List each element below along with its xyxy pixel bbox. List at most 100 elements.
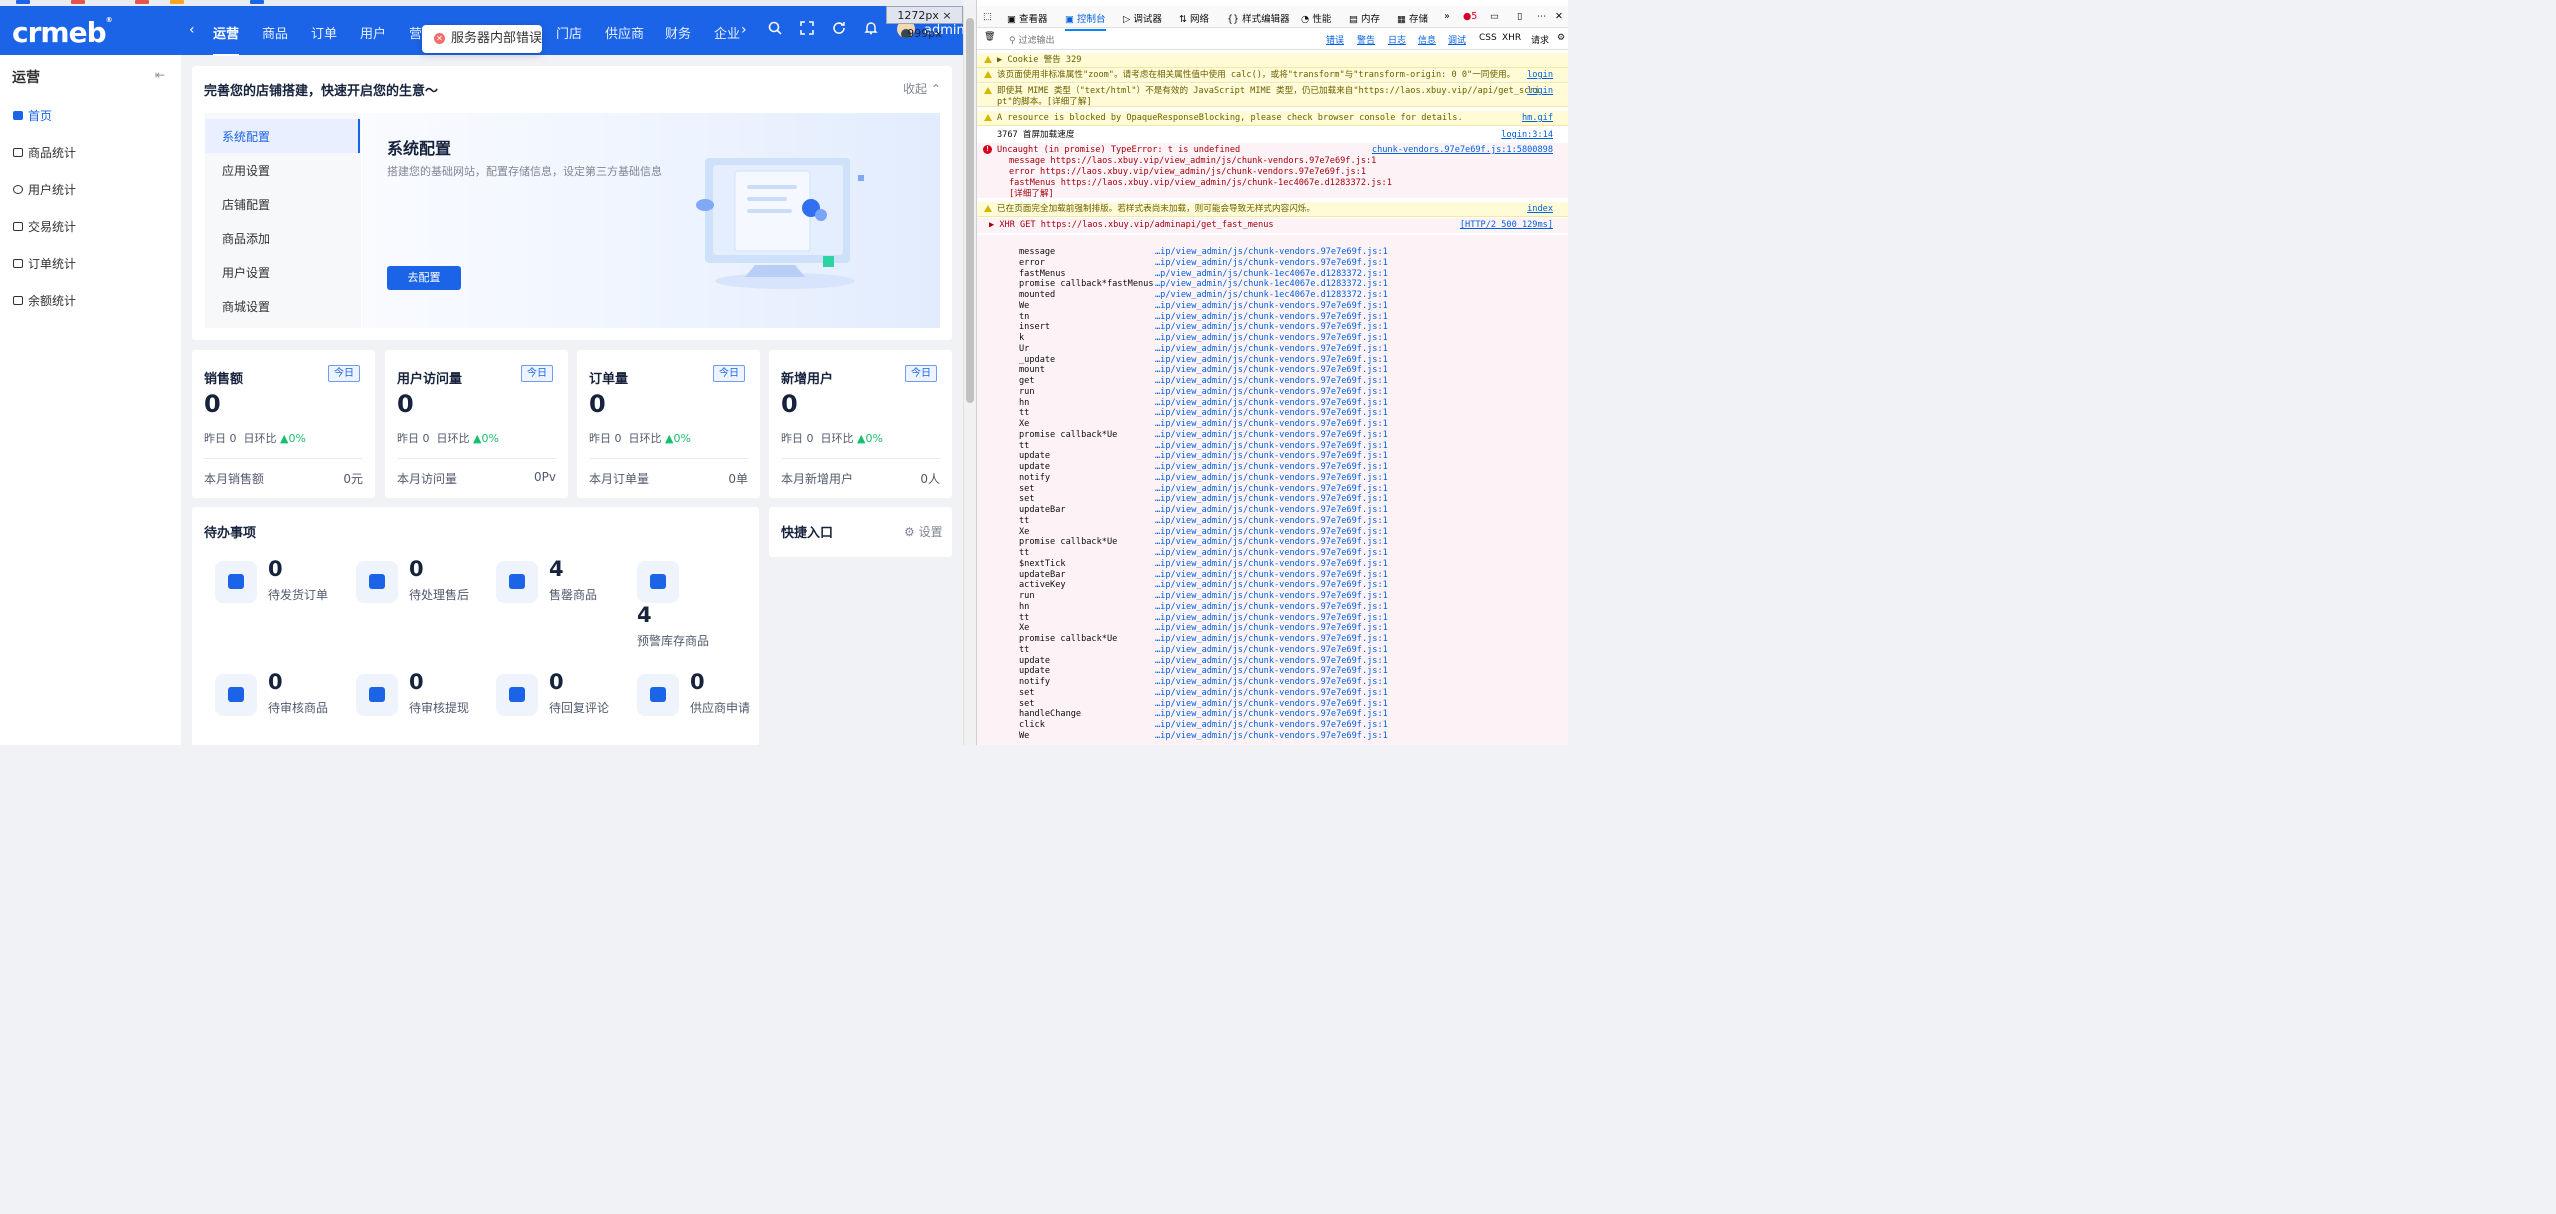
filter-xhr[interactable]: XHR: [1502, 33, 1521, 43]
stack-frame-source[interactable]: …ip/view_admin/js/chunk-vendors.97e7e69f…: [1155, 419, 1388, 429]
nav-next-icon[interactable]: ›: [741, 22, 747, 38]
stack-frame-source[interactable]: …ip/view_admin/js/chunk-vendors.97e7e69f…: [1155, 398, 1388, 408]
tab-network[interactable]: ⇅ 网络: [1179, 11, 1209, 25]
collapse-button[interactable]: 收起 ⌃: [903, 80, 941, 97]
dock-icon[interactable]: ▭: [1490, 11, 1499, 22]
trash-icon[interactable]: 🗑: [984, 32, 995, 42]
stack-frame-source[interactable]: …ip/view_admin/js/chunk-vendors.97e7e69f…: [1155, 301, 1388, 311]
sidebar-item-product-stats[interactable]: 商品统计: [13, 145, 76, 161]
quick-settings-button[interactable]: ⚙ 设置: [904, 523, 943, 540]
crmeb-logo[interactable]: crmeb®: [12, 16, 113, 49]
stack-frame-source[interactable]: …ip/view_admin/js/chunk-vendors.97e7e69f…: [1155, 376, 1388, 386]
refresh-icon[interactable]: [830, 21, 848, 39]
console-source-link[interactable]: login:3:14: [1501, 130, 1553, 141]
stack-frame-source[interactable]: …ip/view_admin/js/chunk-vendors.97e7e69f…: [1155, 473, 1388, 483]
sidebar-item-order-stats[interactable]: 订单统计: [13, 256, 76, 272]
nav-item-operations[interactable]: 运营: [213, 23, 240, 56]
stack-frame-source[interactable]: …ip/view_admin/js/chunk-vendors.97e7e69f…: [1155, 559, 1388, 569]
sidebar-item-user-stats[interactable]: 用户统计: [13, 182, 76, 198]
filter-warnings[interactable]: 警告: [1357, 33, 1375, 46]
filter-debug[interactable]: 调试: [1448, 33, 1466, 46]
error-count-badge[interactable]: ●5: [1463, 11, 1477, 22]
close-icon[interactable]: ✕: [1555, 11, 1563, 22]
stack-frame-source[interactable]: …ip/view_admin/js/chunk-vendors.97e7e69f…: [1155, 408, 1388, 418]
stack-frame-source[interactable]: …ip/view_admin/js/chunk-vendors.97e7e69f…: [1155, 344, 1388, 354]
stack-frame-source[interactable]: …p/view_admin/js/chunk-1ec4067e.d1283372…: [1155, 290, 1388, 300]
stack-frame-source[interactable]: …ip/view_admin/js/chunk-vendors.97e7e69f…: [1155, 623, 1388, 633]
pick-element-icon[interactable]: ⬚: [983, 11, 992, 22]
stack-frame-source[interactable]: …ip/view_admin/js/chunk-vendors.97e7e69f…: [1155, 258, 1388, 268]
stack-frame-source[interactable]: …ip/view_admin/js/chunk-vendors.97e7e69f…: [1155, 312, 1388, 322]
tab-performance[interactable]: ◔ 性能: [1301, 11, 1331, 25]
sidebar-item-balance-stats[interactable]: 余额统计: [13, 293, 76, 309]
todo-supplier-apply[interactable]: 0 供应商申请: [637, 670, 777, 734]
console-message[interactable]: [详细了解]: [977, 187, 1568, 199]
todo-comment-reply[interactable]: 0 待回复评论: [496, 670, 636, 734]
stack-frame-source[interactable]: …ip/view_admin/js/chunk-vendors.97e7e69f…: [1155, 333, 1388, 343]
fullscreen-icon[interactable]: [798, 21, 816, 39]
console-settings-icon[interactable]: ⚙: [1557, 33, 1565, 43]
console-source-link[interactable]: login: [1527, 70, 1553, 81]
tab-console[interactable]: ▣ 控制台: [1065, 11, 1106, 31]
stack-frame-source[interactable]: …ip/view_admin/js/chunk-vendors.97e7e69f…: [1155, 613, 1388, 623]
tab-debugger[interactable]: ▷ 调试器: [1123, 11, 1162, 25]
stack-frame-source[interactable]: …ip/view_admin/js/chunk-vendors.97e7e69f…: [1155, 516, 1388, 526]
stack-frame-source[interactable]: …ip/view_admin/js/chunk-vendors.97e7e69f…: [1155, 634, 1388, 644]
nav-item-orders[interactable]: 订单: [311, 23, 337, 42]
nav-prev-icon[interactable]: ‹: [189, 22, 195, 38]
console-message[interactable]: pt"的脚本。[详细了解]: [977, 95, 1568, 107]
stack-frame-source[interactable]: …ip/view_admin/js/chunk-vendors.97e7e69f…: [1155, 677, 1388, 687]
sidebar-item-trade-stats[interactable]: 交易统计: [13, 219, 76, 235]
stack-frame-source[interactable]: …ip/view_admin/js/chunk-vendors.97e7e69f…: [1155, 709, 1388, 719]
nav-item-users[interactable]: 用户: [360, 23, 386, 42]
config-menu-store[interactable]: 店铺配置: [222, 196, 270, 213]
tab-storage[interactable]: ▦ 存储: [1397, 11, 1428, 25]
stack-frame-source[interactable]: …ip/view_admin/js/chunk-vendors.97e7e69f…: [1155, 570, 1388, 580]
console-source-link[interactable]: [HTTP/2 500 129ms]: [1460, 220, 1553, 231]
config-menu-user[interactable]: 用户设置: [222, 264, 270, 281]
todo-pending-shipment[interactable]: 0 待发货订单: [215, 557, 355, 621]
console-message[interactable]: fastMenus https://laos.xbuy.vip/view_adm…: [977, 176, 1568, 188]
console-message[interactable]: ▶ Cookie 警告 329: [977, 53, 1568, 68]
todo-product-review[interactable]: 0 待审核商品: [215, 670, 355, 734]
filter-input[interactable]: ⚲ 过滤输出: [1009, 33, 1054, 46]
page-scrollbar[interactable]: [963, 6, 976, 745]
sidebar-item-home[interactable]: 首页: [13, 108, 52, 124]
bell-icon[interactable]: [862, 21, 880, 39]
console-message[interactable]: A resource is blocked by OpaqueResponseB…: [977, 111, 1568, 126]
nav-item-products[interactable]: 商品: [262, 23, 288, 42]
stack-frame-source[interactable]: …ip/view_admin/js/chunk-vendors.97e7e69f…: [1155, 591, 1388, 601]
console-source-link[interactable]: index: [1527, 204, 1553, 215]
console-source-link[interactable]: hm.gif: [1522, 113, 1553, 124]
config-menu-product[interactable]: 商品添加: [222, 230, 270, 247]
stack-frame-source[interactable]: …ip/view_admin/js/chunk-vendors.97e7e69f…: [1155, 441, 1388, 451]
stack-frame-source[interactable]: …p/view_admin/js/chunk-1ec4067e.d1283372…: [1155, 279, 1388, 289]
console-message[interactable]: message https://laos.xbuy.vip/view_admin…: [977, 154, 1568, 166]
filter-errors[interactable]: 错误: [1326, 33, 1344, 46]
tab-style-editor[interactable]: {} 样式编辑器: [1227, 11, 1290, 25]
stack-frame-source[interactable]: …ip/view_admin/js/chunk-vendors.97e7e69f…: [1155, 505, 1388, 515]
more-tabs-icon[interactable]: »: [1444, 11, 1450, 22]
stack-frame-source[interactable]: …ip/view_admin/js/chunk-vendors.97e7e69f…: [1155, 355, 1388, 365]
stack-frame-source[interactable]: …ip/view_admin/js/chunk-vendors.97e7e69f…: [1155, 688, 1388, 698]
stack-frame-source[interactable]: …p/view_admin/js/chunk-1ec4067e.d1283372…: [1155, 269, 1388, 279]
todo-withdraw-review[interactable]: 0 待审核提现: [356, 670, 496, 734]
todo-pending-aftersale[interactable]: 0 待处理售后: [356, 557, 496, 621]
stack-frame-source[interactable]: …ip/view_admin/js/chunk-vendors.97e7e69f…: [1155, 602, 1388, 612]
nav-item-marketing[interactable]: 营: [409, 23, 422, 42]
stack-frame-source[interactable]: …ip/view_admin/js/chunk-vendors.97e7e69f…: [1155, 666, 1388, 676]
config-menu-app[interactable]: 应用设置: [222, 162, 270, 179]
nav-item-stores[interactable]: 门店: [556, 23, 582, 42]
stack-frame-source[interactable]: …ip/view_admin/js/chunk-vendors.97e7e69f…: [1155, 322, 1388, 332]
filter-logs[interactable]: 日志: [1388, 33, 1406, 46]
stack-frame-source[interactable]: …ip/view_admin/js/chunk-vendors.97e7e69f…: [1155, 699, 1388, 709]
console-message[interactable]: ▶ XHR GET https://laos.xbuy.vip/adminapi…: [977, 218, 1568, 233]
responsive-icon[interactable]: ▯: [1517, 11, 1522, 22]
stack-frame-source[interactable]: …ip/view_admin/js/chunk-vendors.97e7e69f…: [1155, 430, 1388, 440]
console-message[interactable]: 已在页面完全加载前强制排版。若样式表尚未加载，则可能会导致无样式内容闪烁。 ind…: [977, 202, 1568, 217]
stack-frame-source[interactable]: …ip/view_admin/js/chunk-vendors.97e7e69f…: [1155, 645, 1388, 655]
stack-frame-source[interactable]: …ip/view_admin/js/chunk-vendors.97e7e69f…: [1155, 484, 1388, 494]
search-icon[interactable]: [766, 21, 784, 39]
stack-frame-source[interactable]: …ip/view_admin/js/chunk-vendors.97e7e69f…: [1155, 365, 1388, 375]
stack-frame-source[interactable]: …ip/view_admin/js/chunk-vendors.97e7e69f…: [1155, 527, 1388, 537]
